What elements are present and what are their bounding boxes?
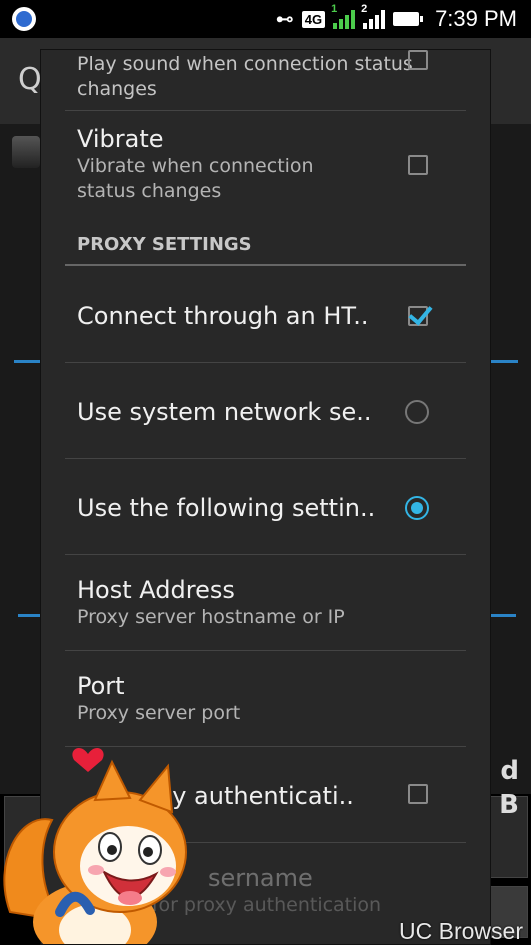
proxy-auth-checkbox[interactable] (408, 784, 428, 804)
background-letter: B (499, 790, 519, 820)
http-proxy-preference[interactable]: Connect through an HT.. (77, 301, 431, 331)
background-app-title: Q (18, 62, 42, 97)
sim2-label: 2 (361, 3, 368, 15)
sim1-label: 1 (331, 3, 338, 15)
divider (65, 110, 466, 111)
username-title: sername (208, 864, 313, 892)
divider (65, 554, 466, 555)
system-network-preference[interactable]: Use system network se.. (77, 397, 431, 427)
section-divider (65, 264, 466, 266)
clock: 7:39 PM (435, 6, 517, 31)
background-letter: d (500, 756, 519, 786)
divider (65, 458, 466, 459)
following-settings-preference[interactable]: Use the following settin.. (77, 493, 431, 523)
background-app-logo (12, 136, 40, 168)
signal-icon: 1 (331, 3, 356, 29)
play-sound-summary: Play sound when connection status change… (77, 53, 413, 100)
divider (65, 650, 466, 651)
system-network-radio[interactable] (405, 400, 429, 424)
following-settings-title: Use the following settin.. (77, 494, 376, 522)
vibrate-preference[interactable]: Vibrate Vibrate when connection status c… (77, 124, 431, 204)
background-divider (490, 614, 516, 617)
signal-icon: 2 (361, 3, 386, 29)
http-proxy-checkbox[interactable] (408, 306, 428, 326)
uc-browser-label: UC Browser (399, 918, 523, 944)
play-sound-preference[interactable]: Play sound when connection status change… (77, 52, 431, 102)
proxy-settings-header: PROXY SETTINGS (77, 234, 252, 255)
key-icon: ⊷ (275, 8, 294, 30)
play-sound-checkbox[interactable] (408, 50, 428, 70)
battery-icon (393, 12, 424, 26)
status-icons: ⊷ 4G 1 2 7:39 PM (275, 3, 517, 32)
background-divider (14, 360, 44, 363)
divider (65, 362, 466, 363)
status-bar: ⊷ 4G 1 2 7:39 PM (0, 0, 531, 38)
port-summary: Proxy server port (77, 702, 241, 724)
host-address-preference[interactable]: Host Address Proxy server hostname or IP (77, 575, 431, 630)
port-title: Port (77, 672, 125, 700)
uc-mascot-icon[interactable] (0, 742, 200, 944)
following-settings-radio[interactable] (405, 496, 429, 520)
host-address-title: Host Address (77, 576, 235, 604)
vibrate-summary: Vibrate when connection status changes (77, 155, 314, 202)
network-type: 4G (301, 10, 326, 28)
http-proxy-title: Connect through an HT.. (77, 302, 369, 330)
host-address-summary: Proxy server hostname or IP (77, 606, 345, 628)
app-notification-icon (12, 7, 36, 31)
system-network-title: Use system network se.. (77, 398, 372, 426)
vibrate-title: Vibrate (77, 125, 164, 153)
username-preference[interactable]: sername ne for proxy authentication (122, 863, 462, 918)
port-preference[interactable]: Port Proxy server port (77, 671, 431, 726)
vibrate-checkbox[interactable] (408, 155, 428, 175)
background-divider (490, 360, 518, 363)
